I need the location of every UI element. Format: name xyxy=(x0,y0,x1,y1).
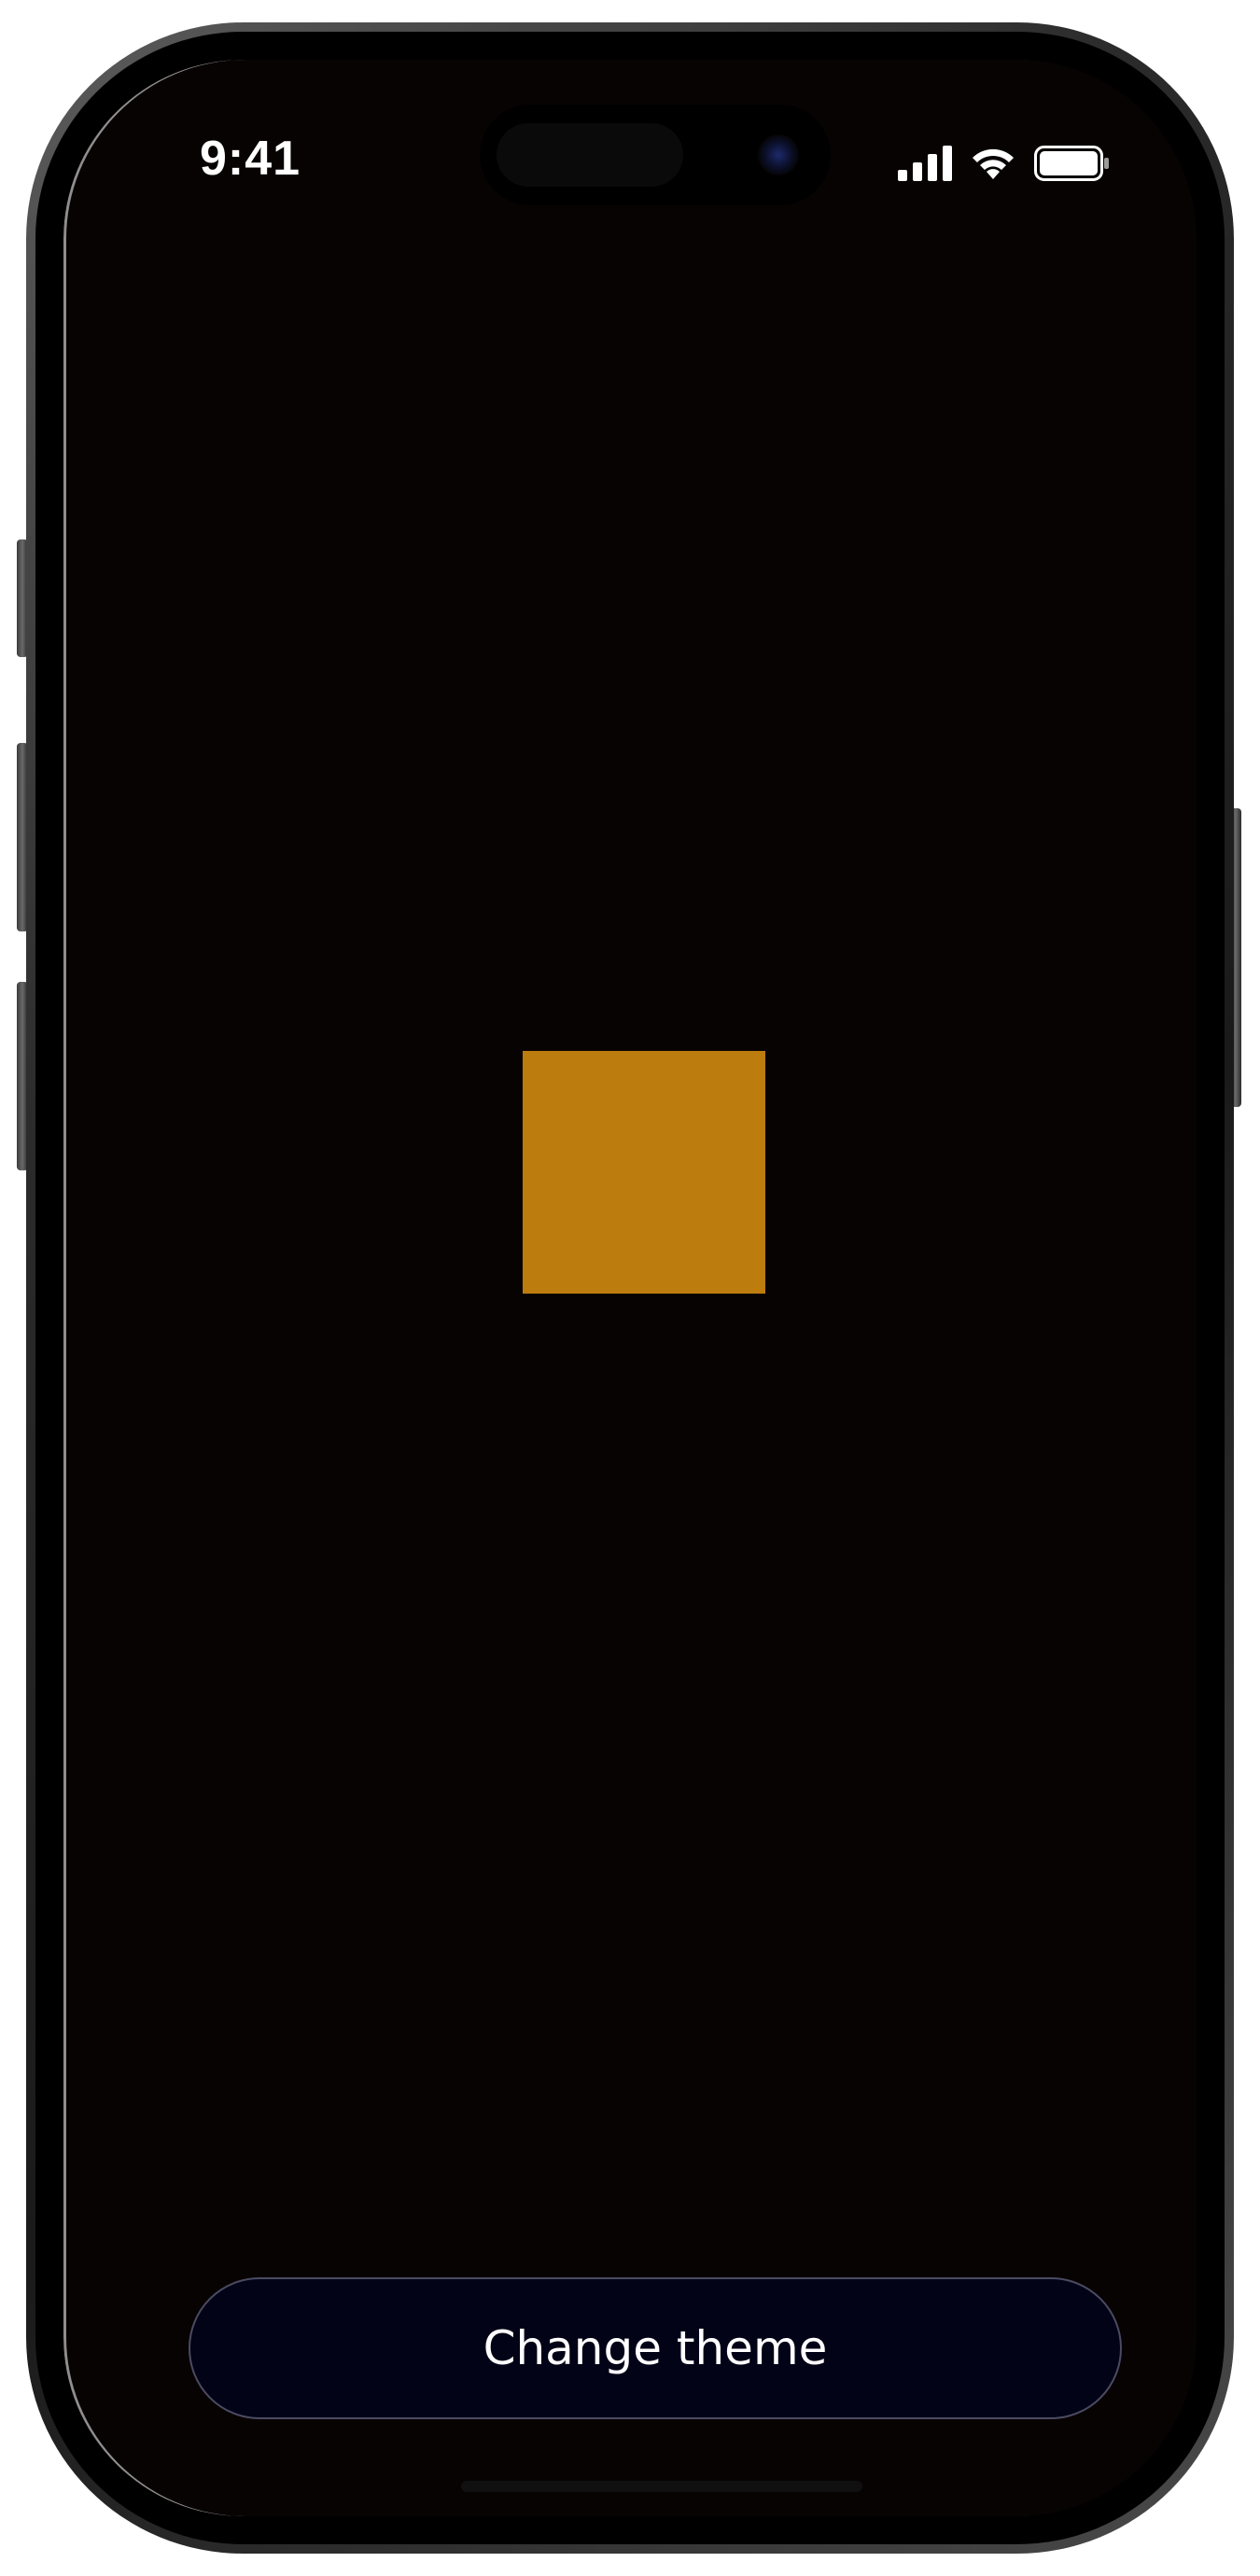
phone-frame: 9:41 Change theme xyxy=(26,22,1234,2554)
app-screen: 9:41 Change theme xyxy=(63,60,1197,2516)
change-theme-button[interactable]: Change theme xyxy=(189,2277,1122,2419)
wifi-icon xyxy=(969,146,1017,181)
status-time: 9:41 xyxy=(200,132,301,186)
dynamic-island xyxy=(480,105,831,205)
face-id-sensor xyxy=(497,123,683,187)
phone-bezel: 9:41 Change theme xyxy=(35,32,1225,2544)
home-indicator[interactable] xyxy=(461,2481,862,2492)
cellular-signal-icon xyxy=(898,146,952,181)
battery-icon xyxy=(1034,146,1111,181)
device-mockup: 9:41 Change theme xyxy=(0,0,1260,2576)
status-icons xyxy=(898,146,1111,181)
theme-square xyxy=(523,1051,765,1294)
front-camera xyxy=(758,134,799,175)
